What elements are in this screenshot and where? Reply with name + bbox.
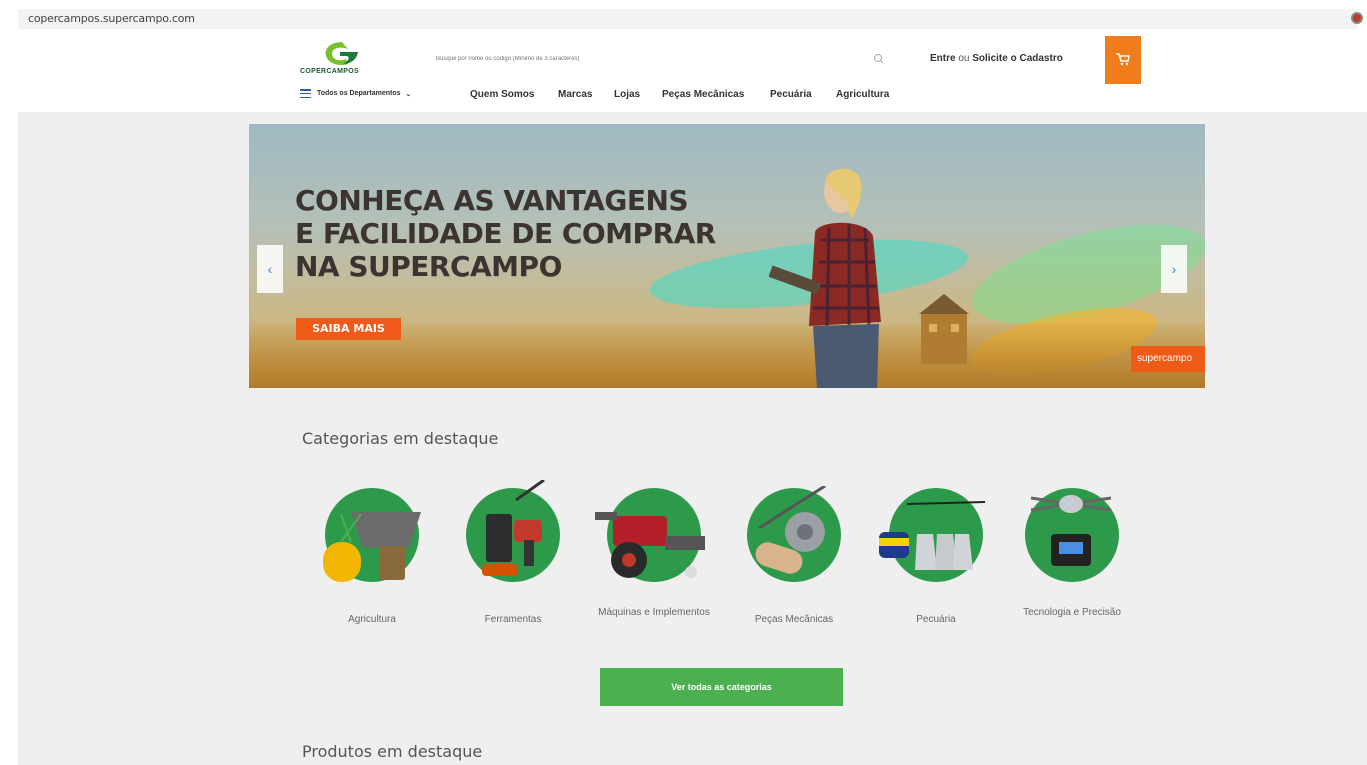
category-label: Ferramentas bbox=[484, 614, 542, 625]
search-input[interactable] bbox=[420, 46, 860, 72]
search-bar bbox=[420, 46, 890, 72]
hamburger-icon bbox=[300, 89, 311, 98]
logo-mark-icon bbox=[325, 42, 358, 66]
banner-title-line: NA SUPERCAMPO bbox=[295, 250, 562, 283]
tools-icon bbox=[482, 480, 545, 576]
cart-icon bbox=[1116, 53, 1130, 66]
url-text: copercampos.supercampo.com bbox=[28, 12, 195, 25]
view-all-categories-button[interactable]: Ver todas as categorias bbox=[600, 668, 843, 706]
nav-item-agricultura[interactable]: Agricultura bbox=[836, 89, 889, 100]
search-icon[interactable] bbox=[872, 52, 886, 66]
nav-item-marcas[interactable]: Marcas bbox=[558, 89, 592, 100]
supercampo-brand-tag: supercampo bbox=[1131, 346, 1205, 372]
chevron-left-icon: ‹ bbox=[267, 261, 273, 277]
account-links: Entre ou Solicite o Cadastro bbox=[930, 53, 1063, 64]
logo-text: COPERCAMPOS bbox=[300, 68, 359, 75]
category-label: Agricultura bbox=[348, 614, 396, 625]
nav-item-lojas[interactable]: Lojas bbox=[614, 89, 640, 100]
cart-button[interactable] bbox=[1105, 36, 1141, 84]
chevron-down-icon: ⌄ bbox=[405, 90, 412, 98]
category-label: Pecuária bbox=[916, 614, 956, 625]
nav-item-pecuaria[interactable]: Pecuária bbox=[770, 89, 812, 100]
all-departments-label: Todos os Departamentos bbox=[317, 90, 401, 97]
copercampos-logo[interactable]: COPERCAMPOS bbox=[300, 40, 390, 80]
banner-title-line: CONHEÇA AS VANTAGENS bbox=[295, 184, 689, 217]
machinery-icon bbox=[595, 512, 705, 578]
account-or-text: ou bbox=[958, 53, 970, 64]
category-label: Máquinas e Implementos bbox=[598, 607, 710, 618]
hero-banner[interactable]: CONHEÇA AS VANTAGENS E FACILIDADE DE COM… bbox=[249, 124, 1205, 388]
woman-on-phone-image bbox=[769, 168, 881, 388]
register-link[interactable]: Solicite o Cadastro bbox=[972, 53, 1063, 64]
site-header: COPERCAMPOS Entre ou Solicite o Cadastro… bbox=[0, 34, 1367, 112]
banner-title-line: E FACILIDADE DE COMPRAR bbox=[295, 217, 716, 250]
drone-icon bbox=[1030, 495, 1112, 566]
silo-building-image bbox=[919, 294, 969, 364]
agriculture-icon bbox=[323, 512, 421, 582]
carousel-next-button[interactable]: › bbox=[1161, 245, 1187, 293]
address-bar[interactable]: copercampos.supercampo.com bbox=[18, 9, 1358, 29]
livestock-icon bbox=[879, 501, 986, 570]
category-label: Tecnologia e Precisão bbox=[1023, 607, 1121, 618]
all-departments-menu[interactable]: Todos os Departamentos ⌄ bbox=[300, 89, 411, 98]
saiba-mais-button[interactable]: SAIBA MAIS bbox=[296, 318, 401, 340]
categories-title: Categorias em destaque bbox=[302, 429, 499, 448]
chevron-right-icon: › bbox=[1171, 261, 1177, 277]
nav-item-pecas-mecanicas[interactable]: Peças Mecânicas bbox=[662, 89, 744, 100]
products-title: Produtos em destaque bbox=[302, 742, 483, 761]
banner-title: CONHEÇA AS VANTAGENS E FACILIDADE DE COM… bbox=[295, 184, 716, 283]
browser-url-bar: copercampos.supercampo.com bbox=[0, 0, 1367, 34]
mechanical-parts-icon bbox=[755, 486, 826, 574]
category-label: Peças Mecânicas bbox=[754, 614, 834, 625]
carousel-prev-button[interactable]: ‹ bbox=[257, 245, 283, 293]
login-link[interactable]: Entre bbox=[930, 53, 956, 64]
browser-extension-icon[interactable] bbox=[1351, 12, 1363, 24]
nav-item-quem-somos[interactable]: Quem Somos bbox=[470, 89, 534, 100]
